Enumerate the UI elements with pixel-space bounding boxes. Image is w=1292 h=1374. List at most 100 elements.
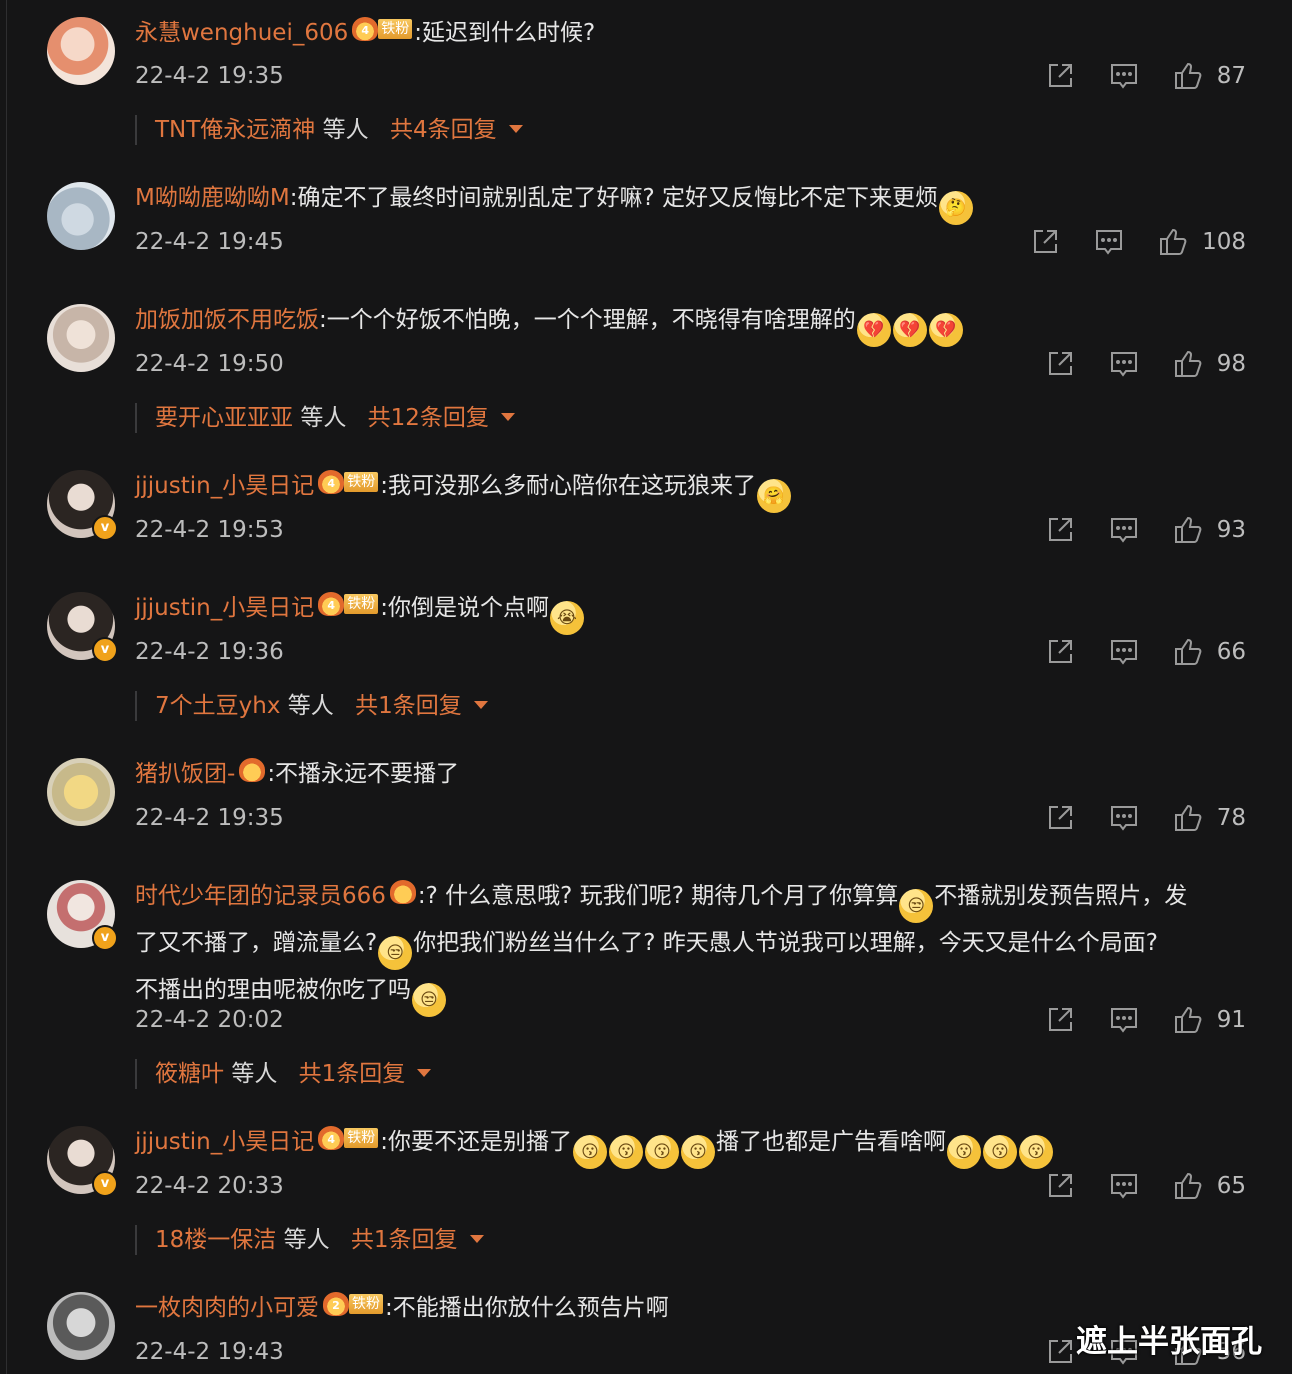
fan-badge-label: 铁粉 bbox=[344, 1128, 379, 1148]
reply-count[interactable]: 共4条回复 bbox=[390, 117, 497, 143]
comment-actions: 66 bbox=[1045, 634, 1246, 670]
reply-user[interactable]: TNT俺永远滴神 bbox=[155, 117, 315, 143]
avatar[interactable] bbox=[47, 17, 115, 85]
like-icon[interactable] bbox=[1158, 227, 1188, 257]
fan-badge[interactable]: 4 铁粉 bbox=[318, 1126, 379, 1150]
share-icon[interactable] bbox=[1045, 61, 1075, 91]
chevron-down-icon bbox=[508, 125, 523, 133]
verified-badge-icon: v bbox=[92, 1171, 118, 1197]
replies-toggle[interactable]: 要开心亚亚亚 等人 共12条回复 bbox=[135, 403, 515, 433]
reply-count[interactable]: 共1条回复 bbox=[351, 1227, 458, 1253]
whistle-emoji-icon: 😗 bbox=[644, 1135, 679, 1169]
comment-time: 22-4-2 19:35 bbox=[135, 63, 284, 89]
like-icon[interactable] bbox=[1173, 1005, 1203, 1035]
reply-count[interactable]: 共1条回复 bbox=[299, 1061, 406, 1087]
avatar[interactable] bbox=[47, 182, 115, 250]
comment-icon[interactable] bbox=[1109, 1005, 1139, 1035]
replies-toggle[interactable]: 筱糖叶 等人 共1条回复 bbox=[135, 1059, 432, 1089]
whistle-emoji-icon: 😗 bbox=[1018, 1135, 1053, 1169]
crown-icon: 4 bbox=[318, 470, 345, 494]
comment-text: 加饭加饭不用吃饭:一个个好饭不怕晚，一个个理解，不晓得有啥理解的 💔 💔 💔 bbox=[135, 300, 1255, 347]
crown-icon: 4 bbox=[318, 592, 345, 616]
fan-badge[interactable]: 4 铁粉 bbox=[352, 17, 413, 41]
like-count: 78 bbox=[1216, 805, 1246, 831]
fan-badge[interactable] bbox=[239, 758, 266, 782]
reply-user[interactable]: 7个土豆yhx bbox=[155, 693, 280, 719]
share-icon[interactable] bbox=[1045, 637, 1075, 667]
like-icon[interactable] bbox=[1173, 637, 1203, 667]
like-icon[interactable] bbox=[1173, 61, 1203, 91]
username-link[interactable]: M呦呦鹿呦呦M bbox=[135, 185, 290, 211]
comment-content: :一个个好饭不怕晚，一个个理解，不晓得有啥理解的 bbox=[319, 307, 856, 333]
avatar[interactable] bbox=[47, 758, 115, 826]
fan-badge[interactable]: 4 铁粉 bbox=[318, 470, 379, 494]
share-icon[interactable] bbox=[1045, 1337, 1075, 1367]
comment-text: jjjustin_小昊日记 4 铁粉:你要不还是别播了 😗 😗 😗 😗 播了也都是广告看啥啊 😗… bbox=[135, 1122, 1255, 1169]
fan-badge-label: 铁粉 bbox=[344, 594, 379, 614]
reply-count[interactable]: 共1条回复 bbox=[355, 693, 462, 719]
sleepy-emoji-icon: 😒 bbox=[412, 983, 446, 1017]
avatar[interactable] bbox=[47, 304, 115, 372]
avatar[interactable] bbox=[47, 1292, 115, 1360]
fan-badge[interactable]: 4 铁粉 bbox=[318, 592, 379, 616]
like-icon[interactable] bbox=[1173, 803, 1203, 833]
heartbreak-emoji-icon: 💔 bbox=[856, 313, 891, 347]
like-icon[interactable] bbox=[1173, 349, 1203, 379]
replies-toggle[interactable]: 7个土豆yhx 等人 共1条回复 bbox=[135, 691, 488, 721]
share-icon[interactable] bbox=[1045, 803, 1075, 833]
comment-icon[interactable] bbox=[1109, 1171, 1139, 1201]
comment-icon[interactable] bbox=[1109, 515, 1139, 545]
share-icon[interactable] bbox=[1045, 515, 1075, 545]
like-icon[interactable] bbox=[1173, 515, 1203, 545]
fan-badge[interactable]: 2 铁粉 bbox=[323, 1292, 383, 1316]
crown-icon bbox=[389, 880, 416, 904]
heartbreak-emoji-icon: 💔 bbox=[928, 313, 963, 347]
like-count: 87 bbox=[1216, 63, 1246, 89]
fan-badge-label: 铁粉 bbox=[344, 472, 379, 492]
reply-user[interactable]: 要开心亚亚亚 bbox=[155, 405, 293, 431]
comment-actions: 91 bbox=[1045, 1002, 1246, 1038]
comment-icon[interactable] bbox=[1109, 61, 1139, 91]
comment-icon[interactable] bbox=[1094, 227, 1124, 257]
reply-user[interactable]: 筱糖叶 bbox=[155, 1061, 224, 1087]
like-icon[interactable] bbox=[1173, 1171, 1203, 1201]
comment-icon[interactable] bbox=[1109, 349, 1139, 379]
username-link[interactable]: 永慧wenghuei_606 bbox=[135, 20, 348, 46]
reply-user[interactable]: 18楼一保洁 bbox=[155, 1227, 276, 1253]
username-link[interactable]: 加饭加饭不用吃饭 bbox=[135, 307, 319, 333]
comment-content: :? 什么意思哦? 玩我们呢? 期待几个月了你算算 bbox=[417, 883, 899, 909]
username-link[interactable]: jjjustin_小昊日记 bbox=[135, 595, 314, 621]
comment-time: 22-4-2 19:36 bbox=[135, 639, 284, 665]
like-count: 91 bbox=[1216, 1007, 1246, 1033]
fan-badge-label: 铁粉 bbox=[378, 19, 413, 39]
hug-emoji-icon: 🤗 bbox=[756, 479, 791, 513]
thinking-emoji-icon: 🤔 bbox=[938, 191, 973, 225]
username-link[interactable]: 时代少年团的记录员666 bbox=[135, 883, 386, 909]
reply-mid: 等人 bbox=[287, 693, 334, 719]
comment-actions: 98 bbox=[1045, 346, 1246, 382]
reply-count[interactable]: 共12条回复 bbox=[368, 405, 489, 431]
crown-icon: 4 bbox=[318, 1126, 345, 1150]
username-link[interactable]: 猪扒饭团- bbox=[135, 761, 235, 787]
username-link[interactable]: jjjustin_小昊日记 bbox=[135, 1129, 314, 1155]
heartbreak-emoji-icon: 💔 bbox=[892, 313, 927, 347]
comment-icon[interactable] bbox=[1109, 803, 1139, 833]
username-link[interactable]: jjjustin_小昊日记 bbox=[135, 473, 314, 499]
username-link[interactable]: 一枚肉肉的小可爱 bbox=[135, 1295, 319, 1321]
comment-icon[interactable] bbox=[1109, 637, 1139, 667]
comment-actions: 108 bbox=[1030, 224, 1246, 260]
share-icon[interactable] bbox=[1030, 227, 1060, 257]
replies-toggle[interactable]: 18楼一保洁 等人 共1条回复 bbox=[135, 1225, 484, 1255]
comment-content: :你倒是说个点啊 bbox=[380, 595, 549, 621]
comment-time: 22-4-2 20:02 bbox=[135, 1007, 284, 1033]
replies-toggle[interactable]: TNT俺永远滴神 等人 共4条回复 bbox=[135, 115, 523, 145]
share-icon[interactable] bbox=[1045, 1171, 1075, 1201]
verified-badge-icon: v bbox=[92, 515, 118, 541]
comment-content: 不播就别发预告照片，发 bbox=[934, 883, 1188, 909]
chevron-down-icon bbox=[469, 1235, 484, 1243]
share-icon[interactable] bbox=[1045, 1005, 1075, 1035]
fan-badge-label: 铁粉 bbox=[349, 1294, 383, 1314]
fan-badge[interactable] bbox=[389, 880, 416, 904]
reply-mid: 等人 bbox=[322, 117, 369, 143]
share-icon[interactable] bbox=[1045, 349, 1075, 379]
